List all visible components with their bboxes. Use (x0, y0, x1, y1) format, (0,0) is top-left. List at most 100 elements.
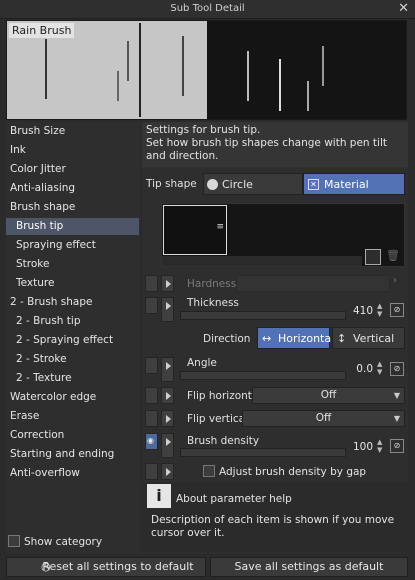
material-thumbnail[interactable]: ≡ (163, 205, 227, 255)
category-2-brush-tip[interactable]: 2 - Brush tip (6, 313, 139, 330)
chevron-down-icon: ▼ (393, 414, 400, 423)
vertical-icon: ↕ (337, 332, 347, 345)
category-color-jitter[interactable]: Color Jitter (6, 161, 139, 178)
tip-material-label: Material (324, 178, 369, 191)
category-2-brush-shape[interactable]: 2 - Brush shape (6, 294, 139, 311)
direction-label: Direction (203, 333, 251, 345)
show-category-checkbox[interactable]: Show category (8, 535, 102, 548)
category-texture[interactable]: Texture (6, 275, 139, 292)
flip-horizontal-dropdown[interactable]: Off ▼ (252, 387, 405, 404)
direction-vertical-option[interactable]: ↕ Vertical (332, 327, 405, 349)
settings-description: Set how brush tip shapes change with pen… (146, 137, 387, 162)
window-title: Sub Tool Detail (170, 3, 245, 14)
material-list[interactable]: ≡ 🗑 (161, 203, 405, 267)
category-spraying-effect[interactable]: Spraying effect (6, 237, 139, 254)
category-2-stroke[interactable]: 2 - Stroke (6, 351, 139, 368)
bottom-bar: ◷ Reset all settings to default Save all… (0, 555, 415, 580)
thickness-label: Thickness (187, 297, 239, 309)
category-anti-overflow[interactable]: Anti-overflow (6, 465, 139, 482)
angle-expand-button[interactable] (161, 357, 174, 382)
adjust-density-label: Adjust brush density by gap (219, 466, 367, 478)
chevron-down-icon: ▼ (393, 391, 400, 400)
thickness-spinner[interactable]: ▲ ▼ (377, 302, 386, 318)
direction-horizontal-option[interactable]: ↔ Horizontal (257, 327, 334, 349)
help-area: i About parameter help Description of ea… (142, 482, 408, 552)
category-stroke[interactable]: Stroke (6, 256, 139, 273)
category-brush-shape[interactable]: Brush shape (6, 199, 139, 216)
eye-icon: ◉ (147, 436, 154, 445)
tip-shape-label: Tip shape (146, 178, 197, 190)
flip-vertical-value: Off (315, 412, 332, 424)
flip-v-pressure-button[interactable] (145, 410, 158, 427)
angle-slider[interactable] (180, 371, 346, 380)
category-watercolor-edge[interactable]: Watercolor edge (6, 389, 139, 406)
info-icon: i (147, 484, 171, 508)
flip-vertical-dropdown[interactable]: Off ▼ (242, 410, 405, 427)
flip-horizontal-value: Off (320, 389, 337, 401)
tip-circle-option[interactable]: Circle (203, 173, 303, 195)
help-text: Description of each item is shown if you… (151, 514, 395, 539)
adjust-expand-button[interactable] (161, 463, 174, 480)
circle-icon (207, 179, 218, 190)
angle-pressure-button[interactable] (145, 357, 158, 374)
help-title: About parameter help (176, 493, 292, 505)
category-list: Brush Size Ink Color Jitter Anti-aliasin… (6, 122, 140, 554)
density-expand-button[interactable] (161, 433, 174, 458)
density-value[interactable]: 100 (343, 441, 373, 453)
category-erase[interactable]: Erase (6, 408, 139, 425)
adjust-pressure-button[interactable] (145, 463, 158, 480)
horizontal-icon: ↔ (262, 332, 272, 345)
angle-spinner[interactable]: ▲ ▼ (377, 360, 386, 376)
density-slider[interactable] (180, 448, 346, 457)
hardness-slider[interactable] (236, 275, 390, 292)
show-category-label: Show category (24, 536, 103, 548)
flip-h-pressure-button[interactable] (145, 387, 158, 404)
title-bar: Sub Tool Detail ✕ (0, 0, 415, 19)
category-brush-tip[interactable]: Brush tip (6, 218, 139, 235)
category-brush-size[interactable]: Brush Size (6, 123, 139, 140)
checkbox-box[interactable] (8, 535, 20, 547)
tip-circle-label: Circle (222, 178, 253, 191)
material-scrollbar[interactable] (162, 256, 362, 266)
thickness-pressure-button[interactable] (145, 297, 158, 314)
thickness-expand-button[interactable] (161, 297, 174, 322)
material-stroke-icon: ≡ (216, 222, 224, 232)
thickness-reset-icon[interactable]: ⊘ (390, 303, 404, 317)
save-all-label: Save all settings as default (234, 560, 384, 573)
angle-value[interactable]: 0.0 (343, 363, 373, 375)
hardness-label: Hardness (187, 278, 237, 290)
thickness-value[interactable]: 410 (343, 305, 373, 317)
category-anti-aliasing[interactable]: Anti-aliasing (6, 180, 139, 197)
density-pressure-button[interactable]: ◉ (145, 433, 158, 450)
category-2-texture[interactable]: 2 - Texture (6, 370, 139, 387)
preview-label: Rain Brush (9, 23, 75, 38)
thickness-slider[interactable] (180, 311, 346, 320)
hardness-chevron-icon: › (393, 275, 397, 286)
flip-v-expand-button[interactable] (161, 410, 174, 427)
angle-reset-icon[interactable]: ⊘ (390, 362, 404, 376)
reset-icon: ◷ (41, 560, 51, 573)
settings-title: Settings for brush tip. (146, 124, 261, 136)
density-spinner[interactable]: ▲ ▼ (377, 438, 386, 454)
add-material-icon[interactable] (365, 249, 381, 265)
category-starting-ending[interactable]: Starting and ending (6, 446, 139, 463)
hardness-expand-button[interactable] (161, 275, 174, 292)
checkbox-box[interactable] (203, 465, 215, 477)
flip-h-expand-button[interactable] (161, 387, 174, 404)
delete-icon[interactable]: 🗑 (385, 249, 401, 265)
density-reset-icon[interactable]: ⊘ (390, 439, 404, 453)
material-icon: ✕ (308, 179, 319, 190)
reset-all-button[interactable]: ◷ Reset all settings to default (6, 557, 206, 577)
hardness-pressure-button[interactable] (145, 275, 158, 292)
flip-vertical-label: Flip vertical (187, 413, 249, 425)
direction-vertical-label: Vertical (353, 332, 395, 345)
category-2-spraying-effect[interactable]: 2 - Spraying effect (6, 332, 139, 349)
tip-material-option[interactable]: ✕ Material (303, 173, 405, 195)
preview-dark-area (207, 21, 406, 119)
adjust-density-checkbox[interactable]: Adjust brush density by gap (203, 465, 366, 478)
close-icon[interactable]: ✕ (398, 1, 409, 16)
settings-header: Settings for brush tip. Set how brush ti… (142, 122, 408, 167)
category-ink[interactable]: Ink (6, 142, 139, 159)
save-all-default-button[interactable]: Save all settings as default (210, 557, 408, 577)
category-correction[interactable]: Correction (6, 427, 139, 444)
